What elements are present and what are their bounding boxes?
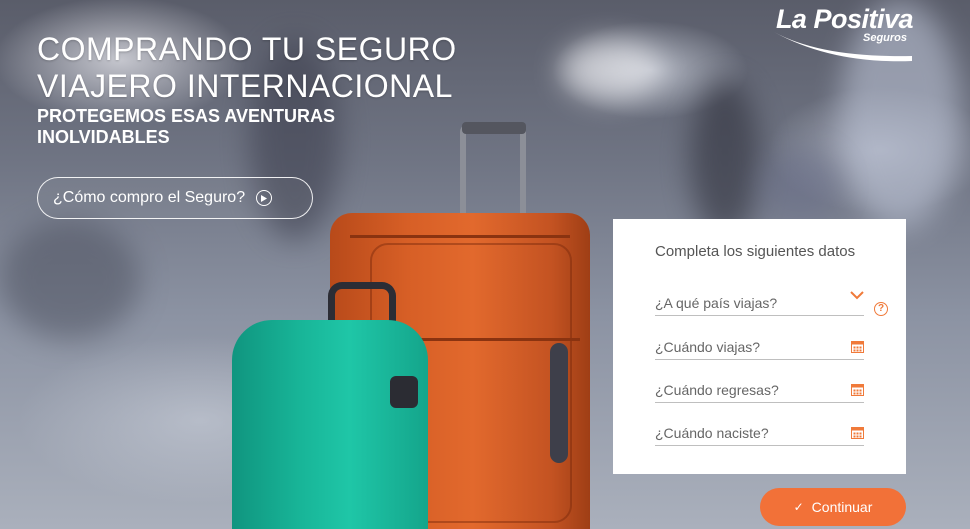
departure-date-field[interactable] — [655, 336, 864, 360]
green-suitcase-image — [232, 320, 428, 529]
page-title: COMPRANDO TU SEGURO VIAJERO INTERNACIONA… — [37, 31, 457, 104]
birth-date-field[interactable] — [655, 422, 864, 446]
return-date-field[interactable] — [655, 379, 864, 403]
background-blur — [760, 150, 840, 220]
suitcase-side-handle — [550, 343, 568, 463]
suitcase-handle-grip — [462, 122, 526, 134]
suitcase-zipper — [350, 235, 570, 238]
background-blur — [690, 80, 760, 240]
suitcase-latch — [390, 376, 418, 408]
chevron-down-icon — [850, 291, 864, 300]
how-to-buy-button[interactable]: ¿Cómo compro el Seguro? — [37, 177, 313, 219]
logo-name: La Positiva — [775, 4, 914, 34]
question-icon[interactable]: ? — [874, 302, 888, 316]
suitcase-handle — [460, 124, 526, 220]
play-icon — [256, 190, 273, 206]
quote-form: Completa los siguientes datos ? — [613, 219, 906, 474]
return-date-input[interactable] — [655, 380, 835, 400]
form-title: Completa los siguientes datos — [655, 243, 856, 260]
page-subtitle: PROTEGEMOS ESAS AVENTURAS INOLVIDABLES — [37, 106, 336, 147]
birth-date-input[interactable] — [655, 423, 835, 443]
continue-label: Continuar — [811, 499, 873, 515]
continue-button[interactable]: ✓ Continuar — [760, 488, 906, 526]
calendar-icon[interactable] — [851, 426, 864, 439]
check-icon: ✓ — [793, 500, 804, 514]
background-blur — [0, 220, 140, 340]
calendar-icon[interactable] — [851, 383, 864, 396]
departure-date-input[interactable] — [655, 337, 835, 357]
country-input[interactable] — [655, 293, 835, 313]
background-blur — [560, 40, 660, 100]
how-to-buy-label: ¿Cómo compro el Seguro? — [53, 189, 246, 206]
country-select[interactable] — [655, 291, 864, 316]
logo-sub: Seguros — [862, 32, 907, 44]
calendar-icon[interactable] — [851, 340, 864, 353]
brand-logo[interactable]: La Positiva Seguros — [772, 2, 917, 62]
